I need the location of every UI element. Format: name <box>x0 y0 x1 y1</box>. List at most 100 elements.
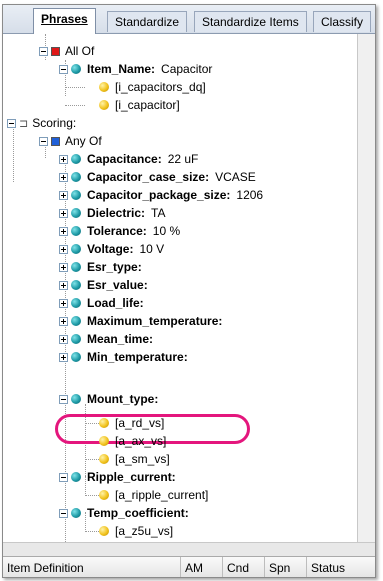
tree-node-property[interactable]: Esr_type: <box>59 258 142 276</box>
property-value: 1206 <box>236 188 264 202</box>
tree-leaf[interactable]: [i_capacitors_dq] <box>99 78 206 96</box>
tree-node-all-of[interactable]: All Of <box>39 42 94 60</box>
leaf-label: [a_sm_vs] <box>115 452 170 466</box>
property-value: VCASE <box>215 170 256 184</box>
tree-node-mount-type[interactable]: Mount_type: <box>59 390 158 408</box>
tree-leaf[interactable]: [i_capacitor] <box>99 96 180 114</box>
collapse-icon[interactable] <box>59 508 68 518</box>
tree-node-property[interactable]: Min_temperature: <box>59 348 188 366</box>
node-label: Scoring: <box>32 116 77 130</box>
property-node-icon <box>71 154 81 164</box>
expand-icon[interactable] <box>59 298 68 308</box>
property-label: Esr_value: <box>87 278 148 292</box>
expand-icon[interactable] <box>59 352 68 362</box>
property-label: Ripple_current: <box>87 470 176 484</box>
expand-icon[interactable] <box>59 244 68 254</box>
tree-node-temp-coefficient[interactable]: Temp_coefficient: <box>59 504 189 522</box>
property-value: 10 V <box>139 242 165 256</box>
property-node-icon <box>71 190 81 200</box>
tree-node-item-name[interactable]: Item_Name: Capacitor <box>59 60 212 78</box>
tree-leaf[interactable]: [a_ripple_current] <box>99 486 208 504</box>
expand-icon[interactable] <box>59 316 68 326</box>
tree-node-property[interactable]: Load_life: <box>59 294 144 312</box>
tree-node-property[interactable]: Maximum_temperature: <box>59 312 222 330</box>
tab-classify[interactable]: Classify <box>313 11 372 32</box>
property-label: Capacitor_package_size: <box>87 188 231 202</box>
phrase-leaf-icon <box>99 100 109 110</box>
column-spn[interactable]: Spn <box>265 557 307 577</box>
any-of-icon <box>51 136 60 146</box>
horizontal-scrollbar[interactable] <box>3 542 375 557</box>
expand-icon[interactable] <box>59 334 68 344</box>
collapse-icon[interactable] <box>59 64 68 74</box>
property-node-icon <box>71 298 81 308</box>
property-label: Min_temperature: <box>87 350 188 364</box>
tree-node-any-of[interactable]: Any Of <box>39 132 102 150</box>
tree-leaf[interactable]: [a_rd_vs] <box>99 414 164 432</box>
tree-node-property[interactable]: Esr_value: <box>59 276 148 294</box>
property-value: 10 % <box>152 224 181 238</box>
property-label: Mount_type: <box>87 392 159 406</box>
phrase-leaf-icon <box>99 82 109 92</box>
tree-node-ripple-current[interactable]: Ripple_current: <box>59 468 176 486</box>
property-label: Voltage: <box>87 242 134 256</box>
expand-icon[interactable] <box>59 262 68 272</box>
property-label: Load_life: <box>87 296 144 310</box>
collapse-icon[interactable] <box>39 136 48 146</box>
tree-node-property[interactable]: Dielectric: TA <box>59 204 165 222</box>
column-cnd[interactable]: Cnd <box>223 557 265 577</box>
property-label: Capacitance: <box>87 152 162 166</box>
phrase-leaf-icon <box>99 454 109 464</box>
leaf-label: [i_capacitors_dq] <box>115 80 206 94</box>
tree-node-property[interactable]: Voltage: 10 V <box>59 240 164 258</box>
column-status[interactable]: Status <box>307 557 375 577</box>
property-node-icon <box>71 262 81 272</box>
phrase-tree: All Of Item_Name: Capacitor [i_capacitor… <box>3 34 357 542</box>
property-node-icon <box>71 208 81 218</box>
vertical-scrollbar[interactable] <box>357 34 375 542</box>
property-node-icon <box>71 172 81 182</box>
column-am[interactable]: AM <box>181 557 223 577</box>
expand-icon[interactable] <box>59 172 68 182</box>
tab-standardize-items[interactable]: Standardize Items <box>194 11 307 32</box>
phrases-panel: Phrases Standardize Standardize Items Cl… <box>2 4 376 578</box>
phrase-leaf-icon <box>99 418 109 428</box>
tree-node-property[interactable]: Capacitor_case_size: VCASE <box>59 168 256 186</box>
leaf-label: [a_ax_vs] <box>115 434 167 448</box>
tree-node-scoring[interactable]: ⊐ Scoring: <box>7 114 76 132</box>
tree-node-property[interactable]: Capacitor_package_size: 1206 <box>59 186 263 204</box>
property-label: Temp_coefficient: <box>87 506 189 520</box>
expand-icon[interactable] <box>59 226 68 236</box>
collapse-icon[interactable] <box>59 394 68 404</box>
property-node-icon <box>71 280 81 290</box>
tree-node-property[interactable]: Tolerance: 10 % <box>59 222 180 240</box>
scoring-icon: ⊐ <box>19 117 29 130</box>
column-header-bar: Item Definition AM Cnd Spn Status <box>3 556 375 577</box>
property-label: Dielectric: <box>87 206 146 220</box>
property-label: Esr_type: <box>87 260 142 274</box>
property-node-icon <box>71 508 81 518</box>
expand-icon[interactable] <box>59 208 68 218</box>
tree-leaf[interactable]: [a_z5u_vs] <box>99 522 173 540</box>
expand-icon[interactable] <box>59 190 68 200</box>
collapse-icon[interactable] <box>59 472 68 482</box>
expand-icon[interactable] <box>59 154 68 164</box>
collapse-icon[interactable] <box>39 46 48 56</box>
expand-icon[interactable] <box>59 280 68 290</box>
tab-standardize[interactable]: Standardize <box>107 11 188 32</box>
tab-phrases[interactable]: Phrases <box>33 8 96 34</box>
property-node-icon <box>71 472 81 482</box>
tree-leaf[interactable]: [a_sm_vs] <box>99 450 170 468</box>
property-label: Tolerance: <box>87 224 147 238</box>
tab-bar: Phrases Standardize Standardize Items Cl… <box>3 5 375 34</box>
tree-node-property[interactable]: Capacitance: 22 uF <box>59 150 198 168</box>
tree-node-property[interactable]: Mean_time: <box>59 330 153 348</box>
phrase-leaf-icon <box>99 490 109 500</box>
property-node-icon <box>71 334 81 344</box>
property-node-icon <box>71 352 81 362</box>
column-item-definition[interactable]: Item Definition <box>3 557 181 577</box>
collapse-icon[interactable] <box>7 118 16 128</box>
phrase-leaf-icon <box>99 436 109 446</box>
property-value: TA <box>151 206 166 220</box>
tree-leaf[interactable]: [a_ax_vs] <box>99 432 166 450</box>
